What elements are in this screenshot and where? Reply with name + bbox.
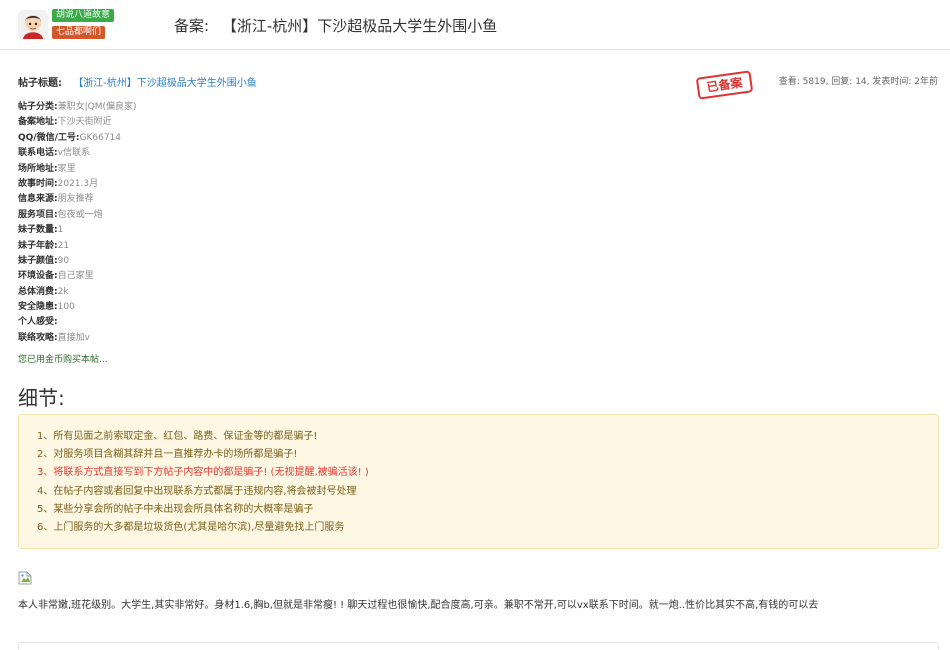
field-key: 联系电话 <box>18 148 55 159</box>
record-title: 【浙江-杭州】下沙超极品大学生外围小鱼 <box>221 17 498 35</box>
post-title-link[interactable]: 【浙江-杭州】下沙超极品大学生外围小鱼 <box>73 78 257 89</box>
field-value: GK66714 <box>79 132 122 143</box>
broken-image-icon <box>18 570 32 585</box>
field-value: 包夜或一炮 <box>57 209 103 220</box>
reply-area <box>18 642 939 650</box>
field-key: 信息来源 <box>18 194 55 205</box>
field-key: QQ/微信/工号 <box>18 132 76 143</box>
page-title: 备案: 【浙江-杭州】下沙超极品大学生外围小鱼 <box>174 15 497 36</box>
field-venue: 场所地址:家里 <box>18 163 76 174</box>
field-cost: 总体消费:2k <box>18 286 69 297</box>
field-age: 妹子年龄:21 <box>18 240 70 251</box>
field-count: 妹子数量:1 <box>18 225 64 236</box>
field-environment: 环境设备:自己家里 <box>18 271 94 282</box>
user-rank-badge: 胡说八道故意 <box>52 9 115 22</box>
field-key: 场所地址 <box>18 163 55 174</box>
field-value: 2021.3月 <box>57 178 99 189</box>
field-story-time: 故事时间:2021.3月 <box>18 178 99 189</box>
purchase-status: 您已用金币购买本帖... <box>18 355 108 365</box>
field-key: 联络攻略 <box>18 332 55 343</box>
field-phone: 联系电话:v信联系 <box>18 148 90 159</box>
field-value: 1 <box>57 225 64 236</box>
notice-line: 5、某些分享会所的帖子中未出现会所具体名称的大概率是骗子 <box>37 503 314 515</box>
post-title-label: 帖子标题: <box>18 78 62 89</box>
notice-line: 4、在帖子内容或者回复中出现联系方式都属于违规内容,将会被封号处理 <box>37 485 357 497</box>
post-page: 胡说八道故意 七品都啊们 备案: 【浙江-杭州】下沙超极品大学生外围小鱼 帖子标… <box>0 0 950 650</box>
field-value: 自己家里 <box>57 271 94 282</box>
field-value: 90 <box>57 255 70 266</box>
field-key: 备案地址 <box>18 117 55 128</box>
field-key: 个人感受 <box>18 317 55 328</box>
field-value: 家里 <box>57 163 76 174</box>
field-key: 故事时间 <box>18 178 55 189</box>
notice-line-warning: 3、将联系方式直接写到下方帖子内容中的都是骗子! (无视提醒,被骗活该! ) <box>37 467 369 479</box>
field-service: 服务项目:包夜或一炮 <box>18 209 103 220</box>
field-appearance: 妹子颜值:90 <box>18 255 70 266</box>
field-value: 21 <box>57 240 70 251</box>
field-key: 总体消费 <box>18 286 55 297</box>
post-fields: 帖子分类:兼职女|QM(偏良家) 备案地址:下沙天街附近 QQ/微信/工号:GK… <box>18 100 618 346</box>
avatar[interactable] <box>18 10 48 40</box>
field-key: 妹子年龄 <box>18 240 55 251</box>
field-value: 朋友推荐 <box>57 194 94 205</box>
recorded-stamp: 已备案 <box>695 70 754 100</box>
field-record-address: 备案地址:下沙天街附近 <box>18 117 112 128</box>
field-key: 妹子颜值 <box>18 255 55 266</box>
field-value: 2k <box>57 286 69 297</box>
warning-notice-box: 1、所有见面之前索取定金、红包、路费、保证金等的都是骗子! 2、对服务项目含糊其… <box>18 414 939 549</box>
field-value: 下沙天街附近 <box>57 117 112 128</box>
field-key: 安全隐患 <box>18 302 55 313</box>
post-title-row: 帖子标题: 【浙江-杭州】下沙超极品大学生外围小鱼 <box>18 74 257 89</box>
post-header: 胡说八道故意 七品都啊们 备案: 【浙江-杭州】下沙超极品大学生外围小鱼 <box>0 0 950 50</box>
field-feeling: 个人感受: <box>18 317 58 328</box>
field-contact-id: QQ/微信/工号:GK66714 <box>18 132 122 143</box>
field-key: 帖子分类 <box>18 102 55 112</box>
field-value: 100 <box>57 302 75 313</box>
post-stats: 查看: 5819, 回复: 14, 发表时间: 2年前 <box>778 77 938 87</box>
field-value: 兼职女|QM(偏良家) <box>57 102 137 112</box>
field-value: 直接加v <box>57 332 90 343</box>
field-source: 信息来源:朋友推荐 <box>18 194 94 205</box>
post-content: 本人非常嫩,班花级别。大学生,其实非常好。身材1.6,胸b,但就是非常瘦! ! … <box>18 600 819 611</box>
record-label: 备案: <box>174 17 210 35</box>
field-category: 帖子分类:兼职女|QM(偏良家) <box>18 102 137 112</box>
field-key: 服务项目 <box>18 209 55 220</box>
notice-line: 6、上门服务的大多都是垃圾货色(尤其是哈尔滨),尽量避免找上门服务 <box>37 521 345 533</box>
details-title: 细节: <box>18 386 65 410</box>
field-key: 妹子数量 <box>18 225 55 236</box>
field-key: 环境设备 <box>18 271 55 282</box>
field-safety: 安全隐患:100 <box>18 302 75 313</box>
field-value: v信联系 <box>57 148 90 159</box>
notice-line: 1、所有见面之前索取定金、红包、路费、保证金等的都是骗子! <box>37 431 318 442</box>
cartoon-avatar-icon <box>18 10 48 40</box>
user-level-badge: 七品都啊们 <box>52 26 106 39</box>
notice-line: 2、对服务项目含糊其辞并且一直推荐办卡的场所都是骗子! <box>37 449 298 461</box>
field-contact-tips: 联络攻略:直接加v <box>18 332 90 343</box>
